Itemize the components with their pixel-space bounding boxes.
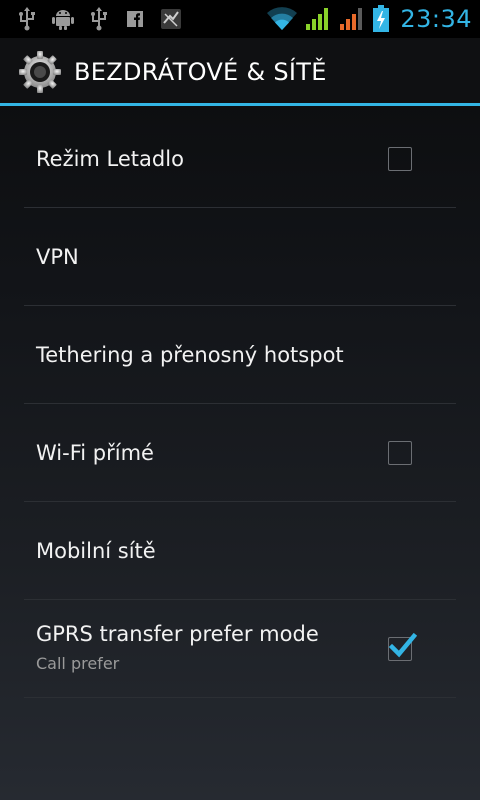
notification-icons bbox=[14, 6, 184, 32]
signal-roaming-icon bbox=[340, 8, 363, 30]
signal-icon bbox=[306, 8, 329, 30]
setting-label: Režim Letadlo bbox=[36, 146, 184, 171]
setting-mobile-networks[interactable]: Mobilní sítě bbox=[24, 502, 456, 600]
page-title: BEZDRÁTOVÉ & SÍTĚ bbox=[74, 58, 327, 86]
app-notification-icon bbox=[161, 9, 181, 29]
gprs-transfer-checkbox[interactable] bbox=[388, 632, 417, 661]
setting-summary: Call prefer bbox=[36, 654, 120, 673]
battery-charging-icon bbox=[373, 5, 390, 32]
facebook-icon bbox=[127, 11, 143, 27]
system-icons: 23:34 bbox=[266, 4, 472, 34]
setting-label: Tethering a přenosný hotspot bbox=[36, 342, 344, 367]
setting-tethering-hotspot[interactable]: Tethering a přenosný hotspot bbox=[24, 306, 456, 404]
checkmark-icon bbox=[388, 632, 417, 657]
setting-gprs-transfer-mode[interactable]: GPRS transfer prefer mode Call prefer bbox=[24, 600, 456, 698]
setting-label: VPN bbox=[36, 244, 79, 269]
status-bar: 23:34 bbox=[0, 0, 480, 38]
action-bar: BEZDRÁTOVÉ & SÍTĚ bbox=[0, 38, 480, 106]
setting-wifi-direct[interactable]: Wi-Fi přímé bbox=[24, 404, 456, 502]
android-debug-icon bbox=[52, 10, 74, 30]
settings-list: Režim Letadlo VPN Tethering a přenosný h… bbox=[0, 110, 480, 698]
setting-airplane-mode[interactable]: Režim Letadlo bbox=[24, 110, 456, 208]
usb-icon bbox=[91, 7, 107, 31]
clock: 23:34 bbox=[400, 5, 472, 33]
setting-vpn[interactable]: VPN bbox=[24, 208, 456, 306]
settings-gear-icon[interactable] bbox=[18, 50, 62, 94]
wifi-icon bbox=[267, 7, 298, 30]
usb-icon bbox=[19, 7, 35, 31]
setting-label: Wi-Fi přímé bbox=[36, 440, 154, 465]
wifi-direct-checkbox[interactable] bbox=[388, 440, 412, 465]
setting-label: GPRS transfer prefer mode bbox=[36, 622, 319, 646]
setting-label: Mobilní sítě bbox=[36, 538, 156, 563]
action-bar-divider bbox=[0, 103, 480, 106]
airplane-mode-checkbox[interactable] bbox=[388, 146, 412, 171]
